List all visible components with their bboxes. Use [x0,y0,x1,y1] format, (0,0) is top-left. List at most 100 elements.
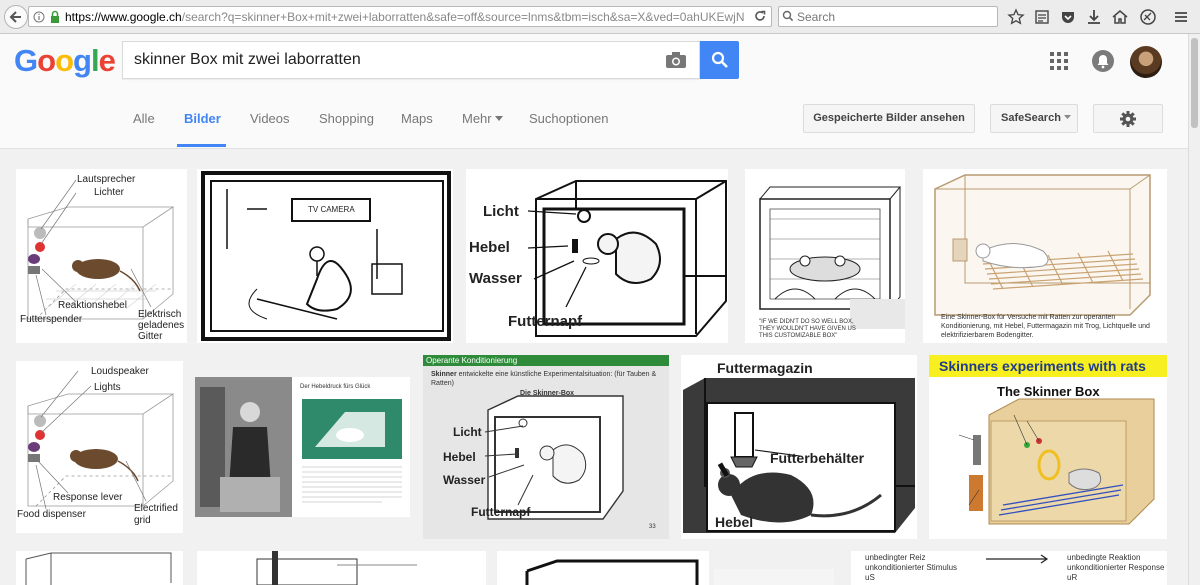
label-hebel: Hebel [469,239,510,256]
image-result-row3-4[interactable] [714,569,834,585]
image-result-slide[interactable]: Operante Konditionierung Skinner entwick… [423,355,669,539]
logo-letter: g [73,43,92,78]
browser-toolbar: https://www.google.ch/search?q=skinner+B… [0,0,1200,34]
search-tabs-bar: Alle Bilder Videos Shopping Maps Mehr Su… [0,91,1188,149]
reflex-r2: unkonditionierter Response [1067,563,1165,572]
label-lautsprecher: Lautsprecher [77,174,136,185]
skinner-photo-article [195,377,410,517]
image-result-skinner-article[interactable]: Der Hebeldruck fürs Glück [195,377,410,517]
image-result-pigeon-box[interactable]: TV CAMERA [197,169,453,343]
pocket-icon[interactable] [1059,8,1077,26]
address-bar[interactable]: https://www.google.ch/search?q=skinner+B… [28,6,772,27]
tab-mehr[interactable]: Mehr [462,111,504,126]
dropdown-arrow-icon [495,116,504,121]
image-result-row3-1[interactable] [16,551,183,585]
tab-mehr-label: Mehr [462,111,492,126]
url-host: https://www.google.ch [65,10,182,24]
reflex-left: unbedingter Reiz unkonditionierter Stimul… [865,553,957,583]
info-icon[interactable] [33,10,45,24]
scrollbar-thumb[interactable] [1191,38,1198,128]
camera-icon[interactable] [665,51,687,69]
magnifier-icon [782,10,794,22]
search-button[interactable] [700,41,739,79]
label-reaktionshebel: Reaktionshebel [58,300,127,311]
image-result-skinner-box-de[interactable]: Licht Hebel Wasser Futternapf [466,169,728,343]
gear-icon [1120,111,1136,127]
label-licht: Licht [483,203,519,220]
back-button[interactable] [4,5,28,29]
apps-grid-icon[interactable] [1050,52,1068,70]
dropdown-arrow-icon [1064,115,1071,119]
label-food-dispenser: Food dispenser [17,509,86,520]
label-hebel-magazin: Hebel [715,514,754,530]
google-logo[interactable]: Google [14,43,116,79]
tab-maps[interactable]: Maps [401,111,433,126]
image-result-diagram-en[interactable]: Loudspeaker Lights Response lever Food d… [16,361,183,533]
extension-icon[interactable] [1139,8,1157,26]
image-result-skinner-box-grid[interactable]: Eine Skinner-Box für Versuche mit Ratten… [923,169,1167,343]
browser-search-placeholder: Search [797,10,836,24]
settings-button[interactable] [1093,104,1163,133]
image-result-row3-5[interactable]: unbedingter Reiz unkonditionierter Stimul… [851,551,1167,585]
label-lichter: Lichter [94,187,125,198]
image-result-cartoon[interactable]: "IF WE DIDN'T DO SO WELL BOX, THEY WOULD… [745,169,905,343]
image-result-experiments[interactable]: Skinners experiments with rats The Skinn… [929,355,1167,539]
reader-icon[interactable] [1033,8,1051,26]
label-futtermagazin: Futtermagazin [717,360,813,376]
image-result-futtermagazin[interactable]: Futtermagazin Futterbehälter Hebel [681,355,917,539]
label-futterbehaelter: Futterbehälter [770,450,865,466]
search-icon [711,51,728,68]
reflex-r1: unbedingte Reaktion [1067,553,1141,562]
caption-cartoon: "IF WE DIDN'T DO SO WELL BOX, THEY WOULD… [759,319,856,339]
home-icon[interactable] [1111,8,1129,26]
logo-letter: e [98,43,116,78]
label-tv-camera: TV CAMERA [308,205,355,214]
tab-videos[interactable]: Videos [250,111,290,126]
safesearch-button[interactable]: SafeSearch [990,104,1078,133]
slide-label-wasser: Wasser [443,473,486,487]
label-electrified-grid: Electrified grid [134,503,178,526]
label-lights: Lights [94,382,121,393]
active-tab-indicator [177,144,226,147]
lock-icon[interactable] [49,10,61,24]
reflex-l2: unkonditionierter Stimulus [865,563,958,572]
reload-icon[interactable] [753,9,767,23]
label-response-lever: Response lever [53,492,123,503]
tab-alle[interactable]: Alle [133,111,155,126]
google-header: Google [0,34,1188,91]
caption-skinner-box-grid: Eine Skinner-Box für Versuche mit Ratten… [941,314,1150,339]
tab-bilder[interactable]: Bilder [184,111,221,126]
browser-search-box[interactable]: Search [778,6,998,27]
slide-label-futternapf: Futternapf [471,505,531,519]
download-icon[interactable] [1085,8,1103,26]
avatar[interactable] [1130,46,1162,78]
label-wasser: Wasser [469,270,522,287]
image-result-diagram-de[interactable]: Lautsprecher Lichter Reaktionshebel Futt… [16,169,187,343]
search-box [122,41,700,79]
skinner-box-3d-drawing [527,180,727,337]
article-title: Der Hebeldruck fürs Glück [300,384,371,390]
slide-box-drawing [484,395,624,520]
search-input[interactable] [134,51,654,69]
slide-label-licht: Licht [453,425,482,439]
image-result-row3-2[interactable] [197,551,486,585]
logo-letter: G [14,43,38,78]
experiments-box-drawing [958,398,1155,525]
back-arrow-icon [9,11,21,23]
slide-label-hebel: Hebel [443,450,476,464]
slide-page-number: 33 [649,524,656,530]
reflex-l3: uS [865,573,875,582]
bookmark-star-icon[interactable] [1007,8,1025,26]
notifications-bell-icon[interactable] [1092,50,1114,72]
logo-letter: o [55,43,74,78]
menu-icon[interactable] [1172,8,1190,26]
row3-drawing [256,551,417,585]
tab-suchoptionen[interactable]: Suchoptionen [529,111,609,126]
tab-shopping[interactable]: Shopping [319,111,374,126]
saved-images-button[interactable]: Gespeicherte Bilder ansehen [803,104,975,133]
cartoon-drawing [759,186,905,329]
page-scrollbar[interactable] [1188,34,1200,585]
reflex-l1: unbedingter Reiz [865,553,926,562]
image-result-row3-3[interactable] [497,551,709,585]
label-futternapf: Futternapf [508,313,583,330]
